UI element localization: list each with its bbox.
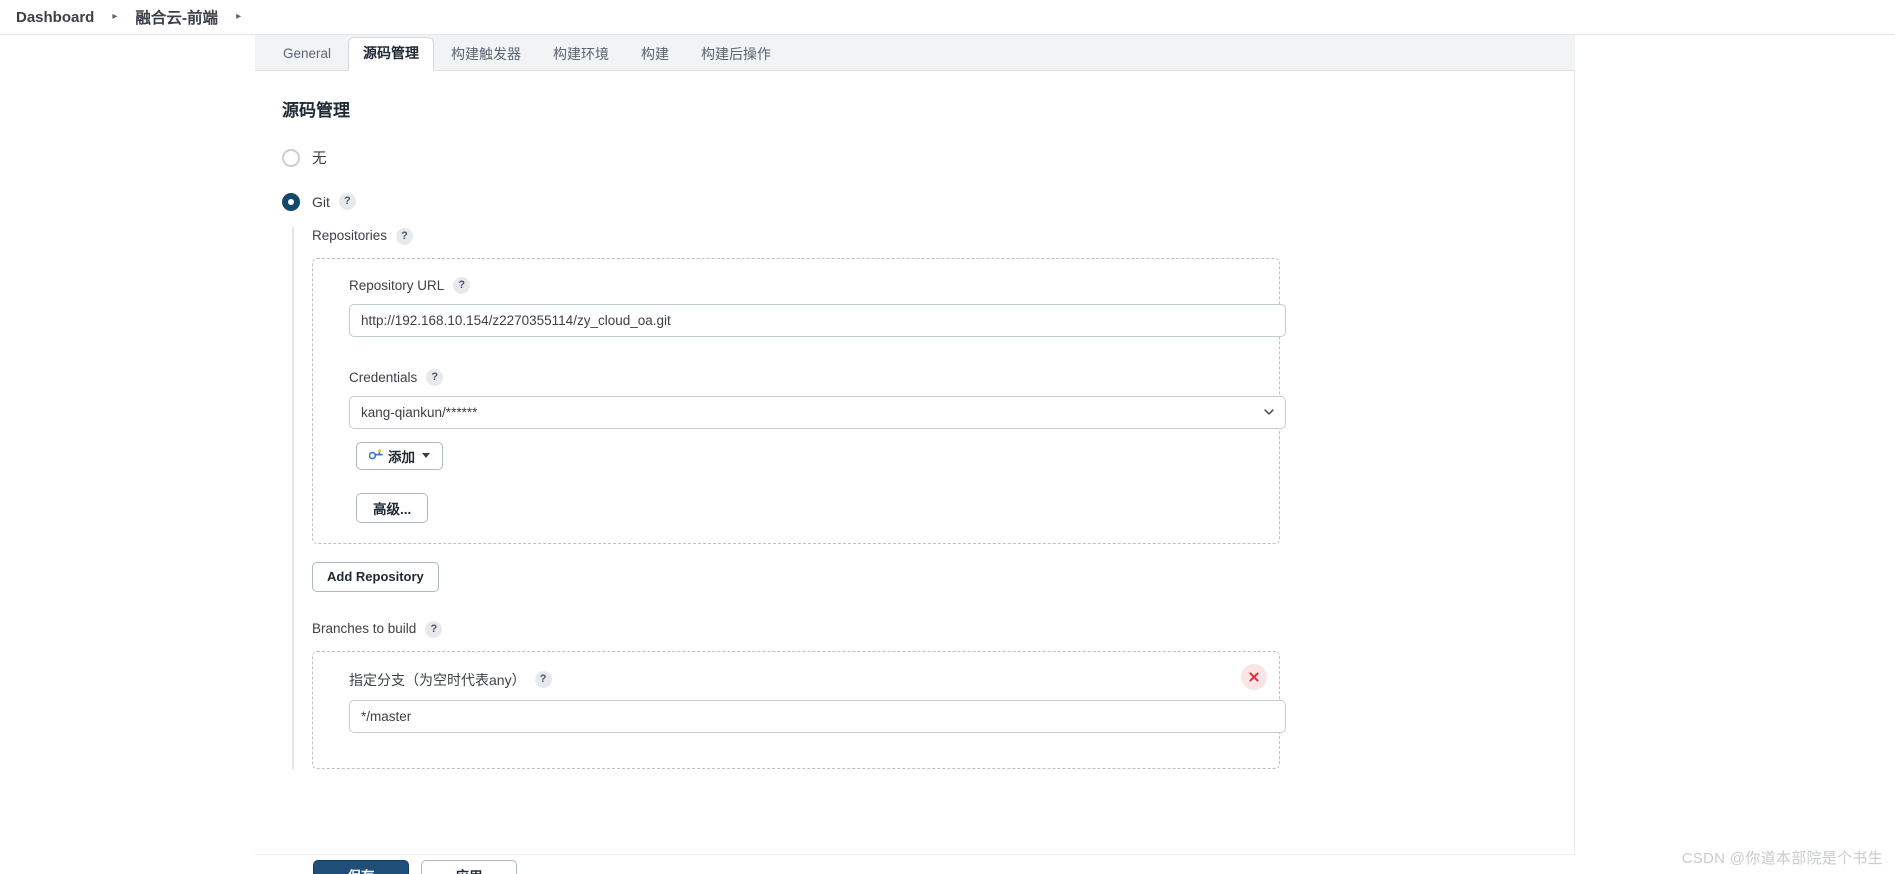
breadcrumb-item-dashboard[interactable]: Dashboard xyxy=(10,9,100,26)
repositories-label: Repositories xyxy=(312,227,388,243)
add-repository-button[interactable]: Add Repository xyxy=(312,561,439,592)
page-body: General 源码管理 构建触发器 构建环境 构建 构建后操作 源码管理 无 … xyxy=(0,35,1895,874)
branch-entry: 指定分支（为空时代表any） ? xyxy=(312,650,1286,769)
help-icon-repository-url[interactable]: ? xyxy=(453,276,471,294)
radio-option-git[interactable]: Git ? xyxy=(282,191,1574,213)
radio-git-control[interactable] xyxy=(282,192,300,211)
repository-url-label: Repository URL xyxy=(349,277,445,293)
radio-none-label: 无 xyxy=(312,151,327,168)
branch-spec-input[interactable] xyxy=(349,699,1286,733)
left-rail xyxy=(0,35,255,874)
config-tabs: General 源码管理 构建触发器 构建环境 构建 构建后操作 xyxy=(255,35,1575,71)
tab-post-build-actions[interactable]: 构建后操作 xyxy=(686,38,786,72)
help-icon-credentials[interactable]: ? xyxy=(426,368,444,386)
help-icon-git[interactable]: ? xyxy=(338,193,356,211)
help-icon-branches[interactable]: ? xyxy=(425,620,443,638)
help-icon-branch-spec[interactable]: ? xyxy=(534,671,552,689)
advanced-button-label: 高级... xyxy=(373,501,412,517)
save-button[interactable]: 保存 xyxy=(313,860,409,874)
branches-label-row: Branches to build ? xyxy=(312,620,1574,639)
branch-spec-label-row: 指定分支（为空时代表any） ? xyxy=(349,670,1259,690)
git-settings-block: Repositories ? Repository URL ? Credenti… xyxy=(292,226,1574,769)
radio-option-none[interactable]: 无 xyxy=(282,147,1574,169)
branches-to-build-label: Branches to build xyxy=(312,620,417,636)
apply-button[interactable]: 应用 xyxy=(421,860,517,874)
branch-spec-label: 指定分支（为空时代表any） xyxy=(349,671,526,688)
tab-build[interactable]: 构建 xyxy=(626,38,684,72)
chevron-down-icon xyxy=(422,453,430,459)
radio-none-control[interactable] xyxy=(282,148,300,167)
breadcrumb-item-project[interactable]: 融合云-前端 xyxy=(129,6,224,28)
credentials-label: Credentials xyxy=(349,369,418,385)
tab-source-code-management[interactable]: 源码管理 xyxy=(348,36,435,71)
credentials-label-row: Credentials ? xyxy=(349,368,1259,386)
page-title: 源码管理 xyxy=(282,101,350,120)
radio-git-label: Git xyxy=(312,193,330,210)
help-icon-repositories[interactable]: ? xyxy=(396,227,414,245)
credentials-select[interactable]: kang-qiankun/****** xyxy=(349,395,1286,429)
credentials-select-value: kang-qiankun/****** xyxy=(361,404,478,420)
repository-url-input[interactable] xyxy=(349,303,1286,337)
delete-branch-button[interactable] xyxy=(1241,663,1267,690)
repository-entry: Repository URL ? Credentials ? kang-qian… xyxy=(312,257,1286,544)
form-action-bar: 保存 应用 xyxy=(255,854,1575,874)
repository-url-label-row: Repository URL ? xyxy=(349,276,1259,294)
tab-build-triggers[interactable]: 构建触发器 xyxy=(436,38,536,72)
breadcrumb-dropdown-icon[interactable]: ▸ xyxy=(224,12,253,22)
credentials-select-wrapper: kang-qiankun/****** xyxy=(349,395,1286,429)
config-panel: 源码管理 无 Git ? Repositories ? Repository U… xyxy=(255,71,1575,874)
watermark: CSDN @你道本部院是个书生 xyxy=(1681,850,1883,867)
breadcrumb: Dashboard ▸ 融合云-前端 ▸ xyxy=(0,0,1895,35)
add-credentials-label: 添加 xyxy=(388,449,415,465)
breadcrumb-separator-icon: ▸ xyxy=(112,11,118,22)
key-icon xyxy=(368,448,383,463)
add-credentials-button[interactable]: 添加 xyxy=(356,441,443,470)
tab-general[interactable]: General xyxy=(268,38,346,71)
repositories-label-row: Repositories ? xyxy=(312,227,1574,246)
tab-build-environment[interactable]: 构建环境 xyxy=(538,38,624,72)
add-repository-label: Add Repository xyxy=(327,569,424,585)
advanced-button[interactable]: 高级... xyxy=(356,492,429,523)
